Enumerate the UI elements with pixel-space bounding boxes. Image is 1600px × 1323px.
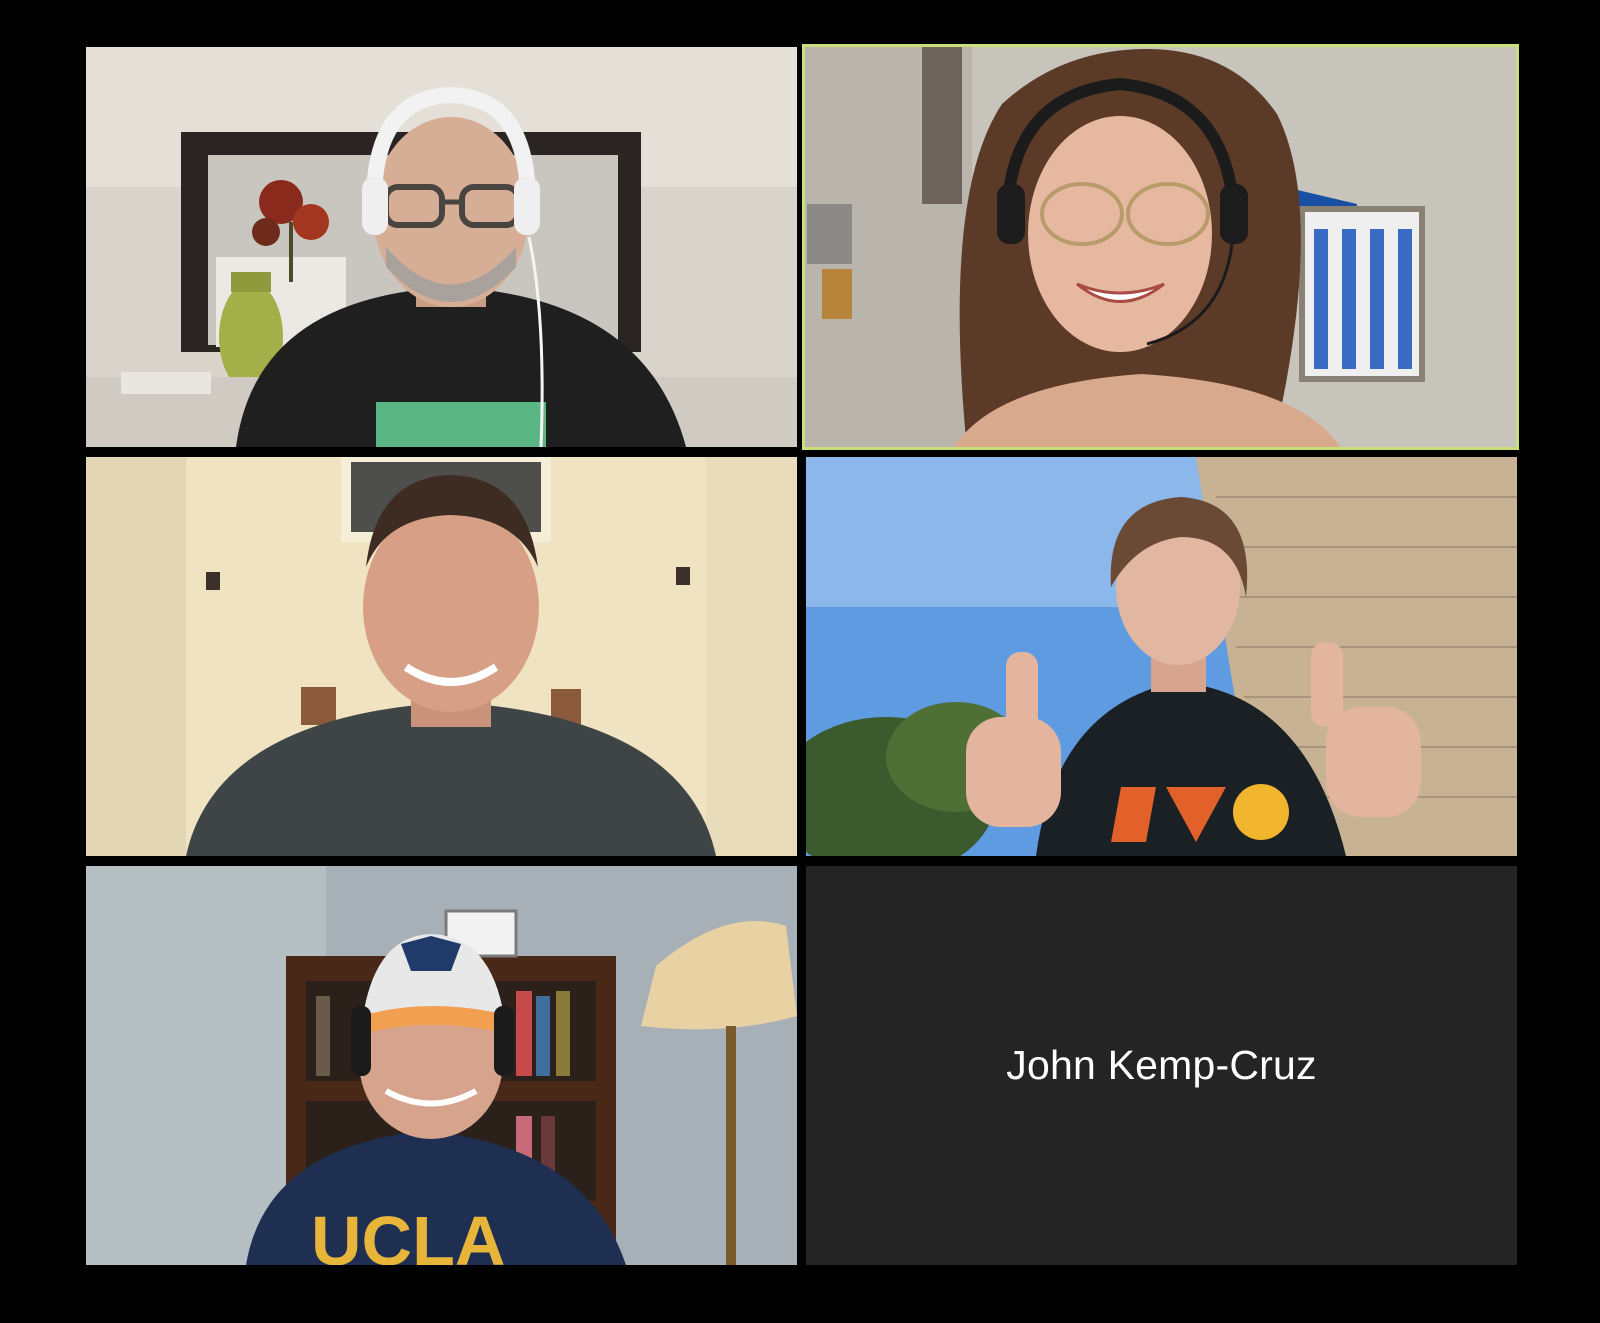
participant-name: John Kemp-Cruz — [1006, 1042, 1317, 1088]
participant-video-tile[interactable] — [86, 457, 797, 856]
participant-video-feed — [806, 457, 1517, 856]
svg-text:UCLA: UCLA — [311, 1202, 505, 1265]
participant-video-tile[interactable] — [86, 47, 797, 447]
participant-video-feed: UCLA — [86, 866, 797, 1265]
participant-video-tile[interactable]: UCLA — [86, 866, 797, 1265]
participant-video-tile[interactable] — [806, 457, 1517, 856]
participant-video-off-tile[interactable]: John Kemp-Cruz — [806, 866, 1517, 1265]
participant-video-feed — [86, 47, 797, 447]
participant-video-feed — [86, 457, 797, 856]
participant-video-feed — [802, 44, 1519, 450]
participant-video-tile-active-speaker[interactable] — [802, 44, 1519, 450]
